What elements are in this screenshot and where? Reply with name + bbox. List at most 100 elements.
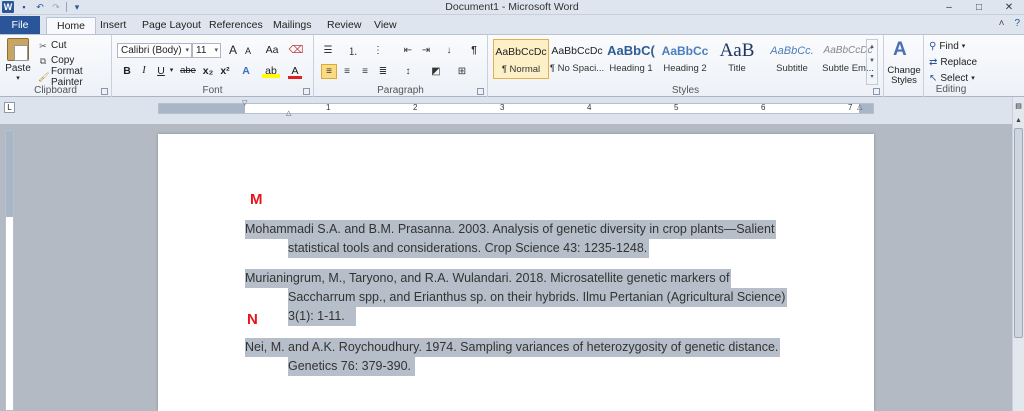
format-painter-button[interactable]: 🖌 Format Painter xyxy=(38,66,111,88)
tab-file[interactable]: File xyxy=(0,16,40,34)
find-button[interactable]: ⚲ Find ▾ xyxy=(929,39,965,53)
align-left-icon[interactable]: ≡ xyxy=(321,64,337,79)
tab-references[interactable]: References xyxy=(199,17,273,34)
font-group-label: Font xyxy=(202,85,223,96)
font-size-select[interactable]: 11 ▾ xyxy=(192,43,221,58)
bold-button[interactable]: B xyxy=(120,64,134,78)
reference-line[interactable]: Murianingrum, M., Taryono, and R.A. Wula… xyxy=(245,269,732,288)
window-controls: – □ ✕ xyxy=(934,0,1024,14)
reference-line[interactable]: Mohammadi S.A. and B.M. Prasanna. 2003. … xyxy=(245,220,777,239)
cursor-icon: ↖ xyxy=(929,72,938,84)
increase-indent-icon[interactable]: ⇥ xyxy=(418,43,434,58)
style-subtitle[interactable]: AaBbCc. Subtitle xyxy=(764,39,820,79)
shading-icon[interactable]: ◩ xyxy=(428,64,444,79)
change-case-button[interactable]: Aa xyxy=(262,43,282,57)
font-color-button[interactable]: A xyxy=(288,64,302,79)
font-size-value: 11 xyxy=(196,45,207,56)
tab-mailings[interactable]: Mailings xyxy=(263,17,322,34)
view-ruler-icon[interactable]: ▤ xyxy=(1014,102,1023,111)
document-page[interactable]: M Mohammadi S.A. and B.M. Prasanna. 2003… xyxy=(158,134,874,411)
superscript-button[interactable]: x² xyxy=(217,64,233,78)
first-line-indent-marker[interactable]: ▽ xyxy=(242,99,247,107)
reference-line[interactable]: Genetics 76: 379-390. xyxy=(288,357,415,376)
scroll-up-icon[interactable]: ▲ xyxy=(1014,117,1023,127)
reference-line[interactable]: 3(1): 1-11. xyxy=(288,307,356,326)
text-effects-button[interactable]: A xyxy=(239,64,253,78)
reference-line[interactable]: Nei, M. and A.K. Roychoudhury. 1974. Sam… xyxy=(245,338,781,357)
font-name-select[interactable]: Calibri (Body) ▾ xyxy=(117,43,192,58)
section-letter-n: N xyxy=(247,311,258,328)
hanging-indent-marker[interactable]: △ xyxy=(286,109,291,117)
reference-line[interactable]: statistical tools and considerations. Cr… xyxy=(288,239,650,258)
style-label: Title xyxy=(728,63,746,74)
align-center-icon[interactable]: ≡ xyxy=(339,64,355,79)
chevron-down-icon: ▾ xyxy=(961,43,966,50)
more-icon[interactable]: ▾ xyxy=(870,73,873,80)
subscript-button[interactable]: x₂ xyxy=(200,64,216,78)
paste-dropdown-icon[interactable]: ▾ xyxy=(16,74,20,82)
tab-view[interactable]: View xyxy=(364,17,407,34)
strikethrough-button[interactable]: abe xyxy=(178,64,198,78)
right-indent-marker[interactable]: △ xyxy=(857,103,862,111)
paragraph-launcher-icon[interactable] xyxy=(477,88,484,95)
style-label: ¶ Normal xyxy=(501,64,541,75)
style-title[interactable]: AaB Title xyxy=(709,39,765,79)
chevron-down-icon[interactable]: ▼ xyxy=(869,58,875,64)
style-heading-1[interactable]: AaBbC( Heading 1 xyxy=(603,39,659,79)
clear-formatting-icon[interactable]: ⌫ xyxy=(288,43,304,57)
show-formatting-icon[interactable]: ¶ xyxy=(466,43,482,58)
chevron-up-icon[interactable]: ▲ xyxy=(869,44,875,50)
ruler-number: 5 xyxy=(674,103,679,112)
minimize-icon[interactable]: – xyxy=(934,0,964,14)
highlight-button[interactable]: ab xyxy=(262,64,280,78)
styles-gallery-scroll[interactable]: ▲ ▼ ▾ xyxy=(866,39,878,85)
underline-dropdown-icon[interactable]: ▾ xyxy=(168,64,175,78)
reference-line[interactable]: Saccharrum spp., and Erianthus sp. on th… xyxy=(288,288,788,307)
italic-button[interactable]: I xyxy=(137,64,151,78)
line-spacing-icon[interactable]: ↕ xyxy=(400,64,416,79)
change-styles-button[interactable]: A Change Styles xyxy=(884,35,924,97)
editing-group-label: Editing xyxy=(935,84,967,95)
close-icon[interactable]: ✕ xyxy=(994,0,1024,14)
ruler-number: 2 xyxy=(413,103,418,112)
tab-home[interactable]: Home xyxy=(46,17,97,34)
font-launcher-icon[interactable] xyxy=(303,88,310,95)
style-label: ¶ No Spaci... xyxy=(549,63,605,74)
bullets-icon[interactable]: ☰ xyxy=(320,43,336,58)
style-preview: AaBbCcDc xyxy=(495,46,547,58)
scroll-thumb[interactable] xyxy=(1014,128,1023,338)
help-icon[interactable]: ? xyxy=(1014,18,1020,29)
shrink-font-button[interactable]: A xyxy=(241,44,255,58)
horizontal-ruler[interactable]: ▽ △ 1 2 3 4 5 6 7 △ xyxy=(158,100,874,117)
replace-button[interactable]: ⇄ Replace xyxy=(929,55,977,69)
clipboard-launcher-icon[interactable] xyxy=(101,88,108,95)
styles-launcher-icon[interactable] xyxy=(873,88,880,95)
style-normal[interactable]: AaBbCcDc ¶ Normal xyxy=(493,39,549,79)
align-right-icon[interactable]: ≡ xyxy=(357,64,373,79)
sort-icon[interactable]: ↓ xyxy=(441,43,457,58)
multilevel-list-icon[interactable]: ⋮ xyxy=(370,43,386,58)
numbering-icon[interactable]: ⒈ xyxy=(345,43,361,58)
tab-selector-icon[interactable]: L xyxy=(4,102,15,113)
clipboard-group-label: Clipboard xyxy=(34,85,77,96)
paste-icon xyxy=(7,38,29,61)
justify-icon[interactable]: ≣ xyxy=(375,64,391,79)
decrease-indent-icon[interactable]: ⇤ xyxy=(400,43,416,58)
cut-button[interactable]: ✂ Cut xyxy=(38,39,66,52)
ruler-number: 6 xyxy=(761,103,766,112)
borders-icon[interactable]: ⊞ xyxy=(454,64,470,79)
vertical-scrollbar[interactable]: ▤ ▲ xyxy=(1012,97,1024,411)
vertical-ruler[interactable] xyxy=(5,130,14,411)
select-button[interactable]: ↖ Select ▾ xyxy=(929,71,975,85)
paste-button[interactable]: Paste ▾ xyxy=(4,38,32,82)
font-group: Calibri (Body) ▾ 11 ▾ A A Aa ⌫ B I U ▾ abe… xyxy=(112,35,314,97)
styles-group: AaBbCcDc ¶ Normal AaBbCcDc ¶ No Spaci...… xyxy=(488,35,884,97)
grow-font-button[interactable]: A xyxy=(226,43,240,57)
left-margin xyxy=(159,104,245,113)
minimize-ribbon-icon[interactable]: ˄ xyxy=(999,18,1005,29)
style-heading-2[interactable]: AaBbCc Heading 2 xyxy=(657,39,713,79)
style-no-spacing[interactable]: AaBbCcDc ¶ No Spaci... xyxy=(549,39,605,79)
maximize-icon[interactable]: □ xyxy=(964,0,994,14)
underline-button[interactable]: U xyxy=(154,64,168,78)
tab-insert[interactable]: Insert xyxy=(90,17,136,34)
